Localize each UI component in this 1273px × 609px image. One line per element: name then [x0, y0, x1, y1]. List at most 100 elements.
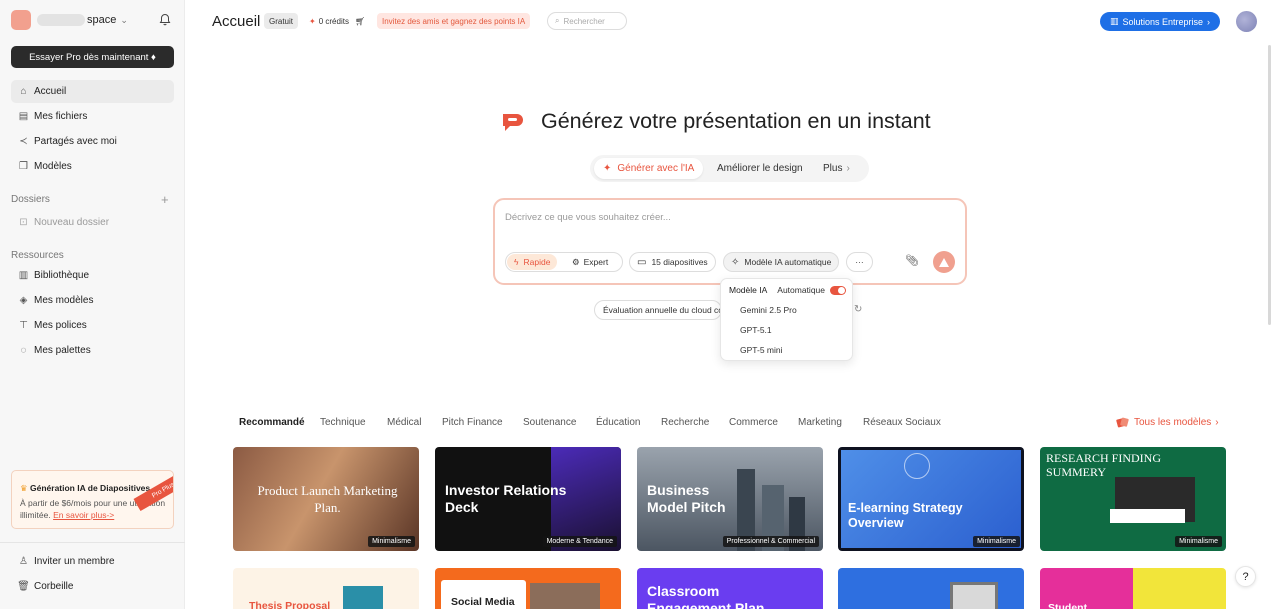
template-card[interactable]: Classroom Engagement Plan	[637, 568, 823, 609]
ai-model-button[interactable]: ✧ Modèle IA automatique	[723, 252, 840, 272]
template-card[interactable]: Product Launch Marketing Plan. Minimalis…	[233, 447, 419, 551]
sidebar-item-my-palettes[interactable]: ◌ Mes palettes	[11, 339, 174, 362]
send-button[interactable]	[933, 251, 955, 273]
divider	[0, 542, 185, 543]
model-option[interactable]: GPT-5.1	[740, 325, 772, 335]
try-pro-button[interactable]: Essayer Pro dès maintenant ♦	[11, 46, 174, 68]
category-tab[interactable]: Marketing	[798, 417, 842, 428]
sidebar-item-my-files[interactable]: ▤ Mes fichiers	[11, 105, 174, 128]
paperclip-icon[interactable]: 📎︎	[905, 254, 919, 268]
search-input[interactable]: ⌕ Rechercher	[547, 12, 627, 30]
sidebar-item-my-fonts[interactable]: ⊤ Mes polices	[11, 314, 174, 337]
home-icon: ⌂	[20, 86, 27, 97]
sidebar-item-label: Bibliothèque	[34, 270, 90, 281]
mode-tabs: ✦ Générer avec l'IA Améliorer le design …	[590, 155, 869, 182]
file-icon: ▤	[18, 111, 29, 122]
suggestion-chip[interactable]: Évaluation annuelle du cloud co	[594, 300, 722, 320]
sidebar-item-my-models[interactable]: ◈ Mes modèles	[11, 289, 174, 312]
mode-expert-button[interactable]: ⚙ Expert	[572, 254, 608, 270]
category-tab[interactable]: Médical	[387, 417, 421, 428]
tab-generate-ai[interactable]: ✦ Générer avec l'IA	[594, 158, 704, 179]
category-tab[interactable]: Technique	[320, 417, 366, 428]
card-image	[530, 583, 600, 609]
tab-improve-design[interactable]: Améliorer le design	[708, 158, 812, 179]
mode-rapide-label: Rapide	[523, 257, 551, 267]
model-option[interactable]: GPT-5 mini	[740, 345, 783, 355]
folders-heading: Dossiers	[11, 194, 50, 205]
dropdown-title: Modèle IA	[729, 285, 768, 295]
scrollbar[interactable]	[1268, 45, 1271, 325]
card-decoration	[841, 450, 1021, 548]
enterprise-label: Solutions Entreprise	[1122, 16, 1204, 27]
enterprise-solutions-button[interactable]: ▥ Solutions Entreprise ›	[1100, 12, 1220, 31]
model-option[interactable]: Gemini 2.5 Pro	[740, 305, 797, 315]
sparkle-icon: ✧	[731, 256, 740, 268]
sidebar-item-templates[interactable]: ❒ Modèles	[11, 155, 174, 178]
category-tab[interactable]: Réseaux Sociaux	[863, 417, 941, 428]
sidebar-item-label: Mes polices	[34, 320, 87, 331]
category-tab[interactable]: Commerce	[729, 417, 778, 428]
cube-icon: ◈	[19, 295, 28, 306]
sidebar-item-label: Mes modèles	[34, 295, 94, 306]
tab-more[interactable]: Plus ›	[814, 158, 859, 179]
chevron-down-icon: ⌄	[120, 14, 128, 25]
more-options-button[interactable]: ···	[846, 252, 873, 272]
ai-model-label: Modèle IA automatique	[744, 257, 832, 267]
template-title: Business Model Pitch	[647, 482, 726, 515]
sidebar-item-library[interactable]: ▥ Bibliothèque	[11, 264, 174, 287]
template-card[interactable]: RESEARCH FINDING SUMMERY Minimalisme	[1040, 447, 1226, 551]
trash-icon: 🗑︎	[17, 581, 30, 592]
template-title: Social Media	[451, 596, 515, 608]
template-title: E-learning Strategy Overview	[848, 501, 963, 530]
slides-count-button[interactable]: ▭ 15 diapositives	[629, 252, 716, 272]
category-tab[interactable]: Éducation	[596, 417, 640, 428]
sparkle-icon: ✦	[309, 16, 316, 26]
auto-toggle[interactable]	[830, 286, 846, 295]
all-models-link[interactable]: Tous les modèles ›	[1116, 416, 1219, 429]
template-card[interactable]: Thesis Proposal	[233, 568, 419, 609]
crown-icon: ♛	[20, 483, 28, 493]
hero-title: Générez votre présentation en un instant	[541, 109, 931, 133]
speed-toggle: ϟ Rapide ⚙ Expert	[505, 252, 623, 272]
user-avatar[interactable]	[1236, 11, 1257, 32]
template-card[interactable]: Social Media	[435, 568, 621, 609]
learn-more-link[interactable]: En savoir plus->	[53, 510, 114, 520]
template-card[interactable]: Investor Relations Deck Moderne & Tendan…	[435, 447, 621, 551]
add-folder-icon[interactable]: +	[161, 192, 169, 207]
resources-heading: Ressources	[11, 250, 64, 261]
invite-member-button[interactable]: ♙ Inviter un membre	[11, 550, 174, 573]
dropdown-header: Modèle IA Automatique	[729, 285, 846, 295]
pro-promo-card[interactable]: ♛ Génération IA de Diapositives À partir…	[11, 470, 174, 529]
template-card[interactable]: Student	[1040, 568, 1226, 609]
refresh-icon[interactable]: ↻	[854, 304, 862, 315]
help-button[interactable]: ?	[1235, 566, 1256, 587]
category-tab[interactable]: Pitch Finance	[442, 417, 503, 428]
workspace-switcher[interactable]: space ⌄	[11, 10, 128, 30]
category-tab[interactable]: Soutenance	[523, 417, 576, 428]
prompt-input[interactable]: Décrivez ce que vous souhaitez créer...	[505, 212, 671, 223]
style-badge: Minimalisme	[1175, 536, 1222, 547]
template-card[interactable]: Business Model Pitch Professionnel & Com…	[637, 447, 823, 551]
template-card[interactable]	[838, 568, 1024, 609]
sidebar-item-label: Mes palettes	[34, 345, 91, 356]
category-tab[interactable]: Recommandé	[239, 417, 305, 428]
workspace-name-blurred	[37, 14, 85, 26]
sidebar-item-home[interactable]: ⌂ Accueil	[11, 80, 174, 103]
cart-icon: 🛒︎	[354, 16, 366, 26]
library-icon: ▥	[18, 270, 29, 281]
credits-badge[interactable]: ✦ 0 crédits 🛒︎	[304, 13, 371, 29]
style-badge: Professionnel & Commercial	[722, 536, 819, 547]
category-tab[interactable]: Recherche	[661, 417, 709, 428]
share-icon: ≺	[19, 136, 28, 147]
mode-rapide-button[interactable]: ϟ Rapide	[507, 254, 558, 270]
lightning-icon: ϟ	[514, 257, 519, 267]
card-decoration	[343, 586, 383, 609]
new-folder-item[interactable]: ⊡ Nouveau dossier	[11, 211, 174, 234]
sidebar-item-label: Accueil	[34, 86, 67, 97]
sidebar-item-shared[interactable]: ≺ Partagés avec moi	[11, 130, 174, 153]
bell-icon[interactable]	[159, 13, 171, 26]
invite-friends-banner[interactable]: Invitez des amis et gagnez des points IA	[377, 13, 531, 29]
template-card[interactable]: E-learning Strategy Overview Minimalisme	[838, 447, 1024, 551]
trash-button[interactable]: 🗑︎ Corbeille	[11, 575, 174, 598]
template-title: Thesis Proposal	[249, 600, 331, 609]
